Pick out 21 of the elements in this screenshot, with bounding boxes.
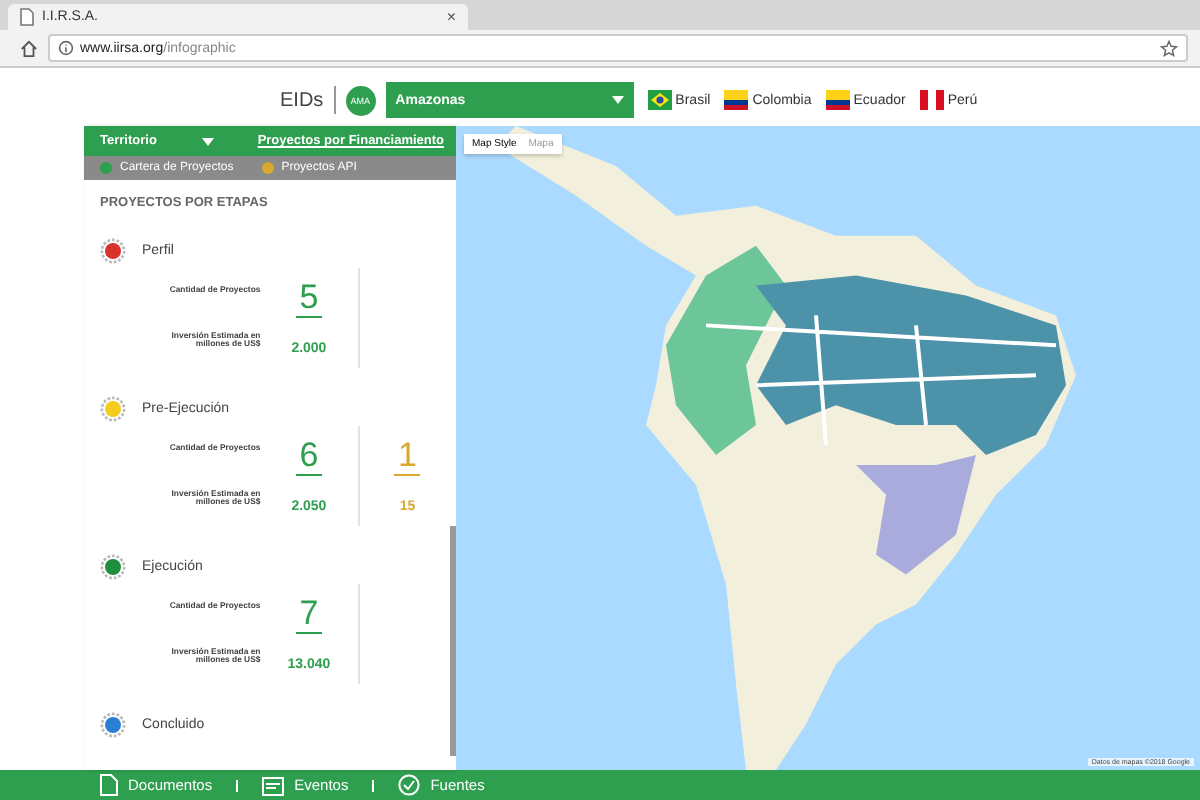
close-tab-button[interactable]: × — [446, 8, 456, 26]
flag-icon — [919, 90, 944, 110]
caret-icon — [201, 137, 214, 146]
check-circle-icon — [398, 774, 421, 796]
flag-icon — [724, 90, 749, 110]
document-icon — [100, 774, 118, 796]
calendar-icon — [262, 775, 285, 795]
project-count: 7 — [295, 596, 323, 634]
caret-icon — [611, 96, 624, 104]
project-count: 6 — [295, 438, 323, 476]
eids-label: EIDs — [280, 89, 324, 111]
home-icon[interactable] — [20, 39, 38, 57]
project-count: 1 — [394, 438, 421, 476]
page-icon — [20, 8, 34, 26]
map-drawing[interactable] — [456, 126, 1200, 770]
scrollbar-thumb[interactable] — [450, 526, 456, 756]
project-count: 5 — [295, 280, 323, 318]
flag-icon — [825, 90, 850, 110]
flag-icon — [647, 90, 672, 110]
info-icon — [58, 40, 74, 56]
bookmark-star-icon[interactable] — [1160, 39, 1178, 57]
